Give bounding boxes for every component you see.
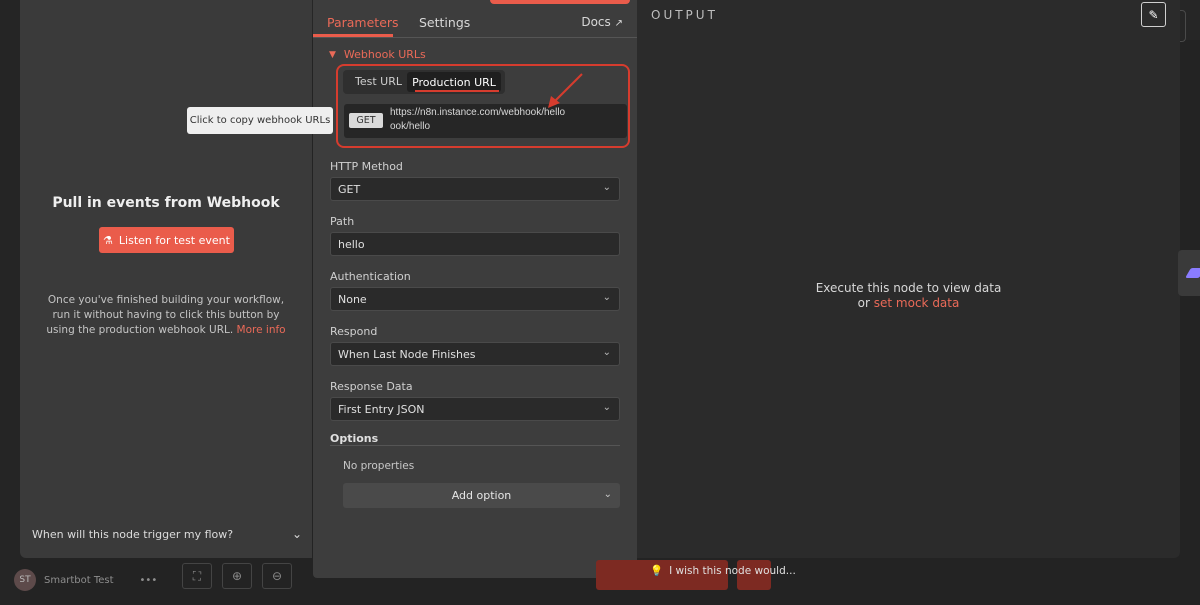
- options-label: Options: [330, 432, 379, 445]
- no-properties-text: No properties: [343, 460, 415, 472]
- chevron-down-icon: ▼: [329, 49, 336, 60]
- input-help-text: Once you've finished building your workf…: [40, 293, 292, 338]
- respond-value: When Last Node Finishes: [338, 347, 476, 361]
- flask-icon: ⚗: [103, 233, 113, 247]
- listen-for-test-event-button[interactable]: ⚗ Listen for test event: [99, 227, 234, 253]
- production-url-underline: [415, 90, 499, 92]
- chevron-down-icon: ⌄: [602, 182, 611, 193]
- lightbulb-icon: 💡: [650, 565, 664, 577]
- edit-output-button[interactable]: ✎: [1141, 2, 1166, 27]
- execute-node-message: Execute this node to view data or set mo…: [637, 281, 1180, 311]
- wish-text: I wish this node would...: [669, 564, 796, 577]
- user-menu[interactable]: ST Smartbot Test •••: [14, 569, 157, 591]
- tab-test-url[interactable]: Test URL: [355, 75, 402, 88]
- response-data-select[interactable]: First Entry JSON ⌄: [330, 397, 620, 421]
- chevron-down-icon: ⌄: [602, 402, 611, 413]
- chevron-down-icon: ⌄: [603, 489, 612, 500]
- copy-urls-tooltip: Click to copy webhook URLs: [187, 107, 333, 134]
- add-option-label: Add option: [451, 489, 512, 502]
- more-options-icon[interactable]: •••: [140, 575, 158, 586]
- set-mock-data-link[interactable]: set mock data: [874, 296, 960, 310]
- response-data-label: Response Data: [330, 380, 413, 393]
- docs-label: Docs: [581, 15, 611, 29]
- input-panel: Pull in events from Webhook ⚗ Listen for…: [20, 0, 312, 558]
- http-method-value: GET: [338, 182, 361, 196]
- trigger-question-label: When will this node trigger my flow?: [32, 527, 234, 541]
- authentication-value: None: [338, 292, 367, 306]
- fit-view-icon: ⛶: [192, 568, 202, 583]
- trigger-question-toggle[interactable]: When will this node trigger my flow? ⌄: [32, 527, 302, 541]
- annotation-arrow-icon: [548, 73, 583, 108]
- chevron-down-icon: ⌄: [291, 527, 302, 541]
- docs-link[interactable]: Docs ↗: [581, 15, 623, 29]
- add-option-button[interactable]: Add option ⌄: [343, 483, 620, 508]
- pencil-icon: ✎: [1148, 7, 1159, 22]
- webhook-urls-toggle[interactable]: ▼ Webhook URLs: [329, 48, 426, 61]
- authentication-label: Authentication: [330, 270, 411, 283]
- tab-settings[interactable]: Settings: [419, 15, 470, 30]
- method-badge: GET: [349, 113, 383, 128]
- more-info-link[interactable]: More info: [237, 324, 286, 336]
- zoom-in-icon: ⊕: [231, 569, 243, 583]
- options-divider: [330, 445, 620, 446]
- http-method-label: HTTP Method: [330, 160, 403, 173]
- feedback-link[interactable]: 💡 I wish this node would...: [650, 564, 796, 578]
- webhook-urls-title: Webhook URLs: [343, 48, 426, 61]
- webhook-url-line-overflow: ook/hello: [390, 121, 431, 132]
- tab-parameters[interactable]: Parameters: [327, 15, 399, 30]
- avatar: ST: [14, 569, 36, 591]
- execute-node-line: Execute this node to view data: [815, 281, 1002, 295]
- listen-button-label: Listen for test event: [118, 233, 230, 247]
- path-value: hello: [338, 237, 365, 251]
- respond-label: Respond: [330, 325, 378, 338]
- input-panel-title: Pull in events from Webhook: [52, 195, 280, 211]
- chevron-down-icon: ⌄: [602, 292, 611, 303]
- zoom-in-button[interactable]: ⊕: [222, 563, 252, 589]
- or-text: or: [857, 296, 870, 310]
- external-link-icon: ↗: [614, 18, 623, 29]
- respond-select[interactable]: When Last Node Finishes ⌄: [330, 342, 620, 366]
- path-input[interactable]: hello: [330, 232, 620, 256]
- zoom-out-icon: ⊖: [271, 569, 283, 583]
- http-method-select[interactable]: GET ⌄: [330, 177, 620, 201]
- output-title: OUTPUT: [651, 8, 718, 22]
- canvas-left-strip: [0, 0, 20, 605]
- node-tabs: Parameters Settings Docs ↗: [313, 0, 637, 38]
- active-tab-indicator: [313, 34, 393, 37]
- tab-production-url[interactable]: Production URL: [407, 72, 501, 92]
- zoom-to-fit-button[interactable]: ⛶: [182, 563, 212, 589]
- zoom-out-button[interactable]: ⊖: [262, 563, 292, 589]
- output-panel: OUTPUT ✎ Execute this node to view data …: [637, 0, 1180, 558]
- authentication-select[interactable]: None ⌄: [330, 287, 620, 311]
- user-name: Smartbot Test: [44, 574, 114, 586]
- chevron-down-icon: ⌄: [602, 347, 611, 358]
- path-label: Path: [330, 215, 355, 228]
- response-data-value: First Entry JSON: [338, 402, 425, 416]
